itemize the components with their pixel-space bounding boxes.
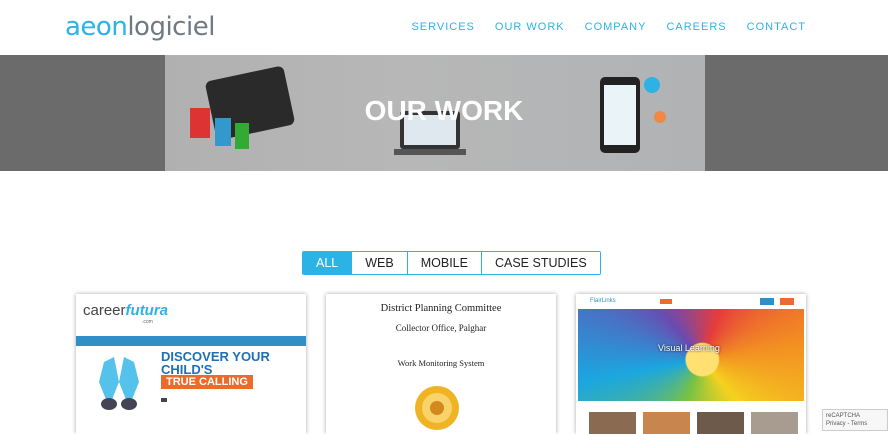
portfolio-card-dpc-palghar[interactable]: District Planning Committee Collector Of… — [326, 294, 556, 434]
nav-contact[interactable]: CONTACT — [747, 21, 806, 33]
card-subtitle: Collector Office, Palghar — [395, 323, 487, 333]
careerfutura-logo-part1: career — [83, 302, 126, 319]
nav-company[interactable]: COMPANY — [585, 21, 647, 33]
tab-mobile[interactable]: MOBILE — [406, 252, 481, 274]
site-nav-strip — [76, 336, 306, 346]
card-headline: DISCOVER YOUR CHILD'S — [161, 350, 270, 376]
recaptcha-label: reCAPTCHA — [826, 413, 861, 419]
tab-web[interactable]: WEB — [351, 252, 407, 274]
brand-logo-part2: logiciel — [127, 12, 215, 42]
cta-strip — [161, 398, 167, 402]
hero-banner: OUR WORK — [0, 55, 888, 171]
portfolio-card-careerfutura[interactable]: careerfutura .com DISCOVER YOUR CHILD'S … — [76, 294, 306, 434]
careerfutura-logo: careerfutura — [83, 302, 168, 319]
shoes-illustration — [99, 357, 139, 410]
nav-our-work[interactable]: OUR WORK — [495, 21, 565, 33]
main-menu: SERVICES OUR WORK COMPANY CAREERS CONTAC… — [411, 21, 806, 33]
tab-all[interactable]: ALL — [303, 252, 352, 274]
card-title: District Planning Committee — [380, 303, 502, 314]
brand-logo[interactable]: aeonlogiciel — [65, 10, 215, 44]
nav-careers[interactable]: CAREERS — [666, 21, 726, 33]
portfolio-card-flairlinks[interactable]: FlairLinks Visual Learning — [576, 294, 806, 434]
flairlinks-logo: FlairLinks — [590, 298, 616, 304]
hero-caption: Visual Learning — [658, 343, 720, 353]
page-title: OUR WORK — [364, 95, 524, 126]
government-seal-icon — [415, 386, 459, 430]
nav-services[interactable]: SERVICES — [411, 21, 474, 33]
portfolio-filter-tabs: ALL WEB MOBILE CASE STUDIES — [302, 251, 601, 275]
card-system-name: Work Monitoring System — [397, 358, 485, 368]
recaptcha-badge[interactable]: reCAPTCHA Privacy - Terms — [822, 409, 888, 431]
colored-pencils-image — [578, 309, 804, 401]
top-navigation: aeonlogiciel SERVICES OUR WORK COMPANY C… — [0, 0, 888, 55]
site-nav-bar — [660, 298, 794, 305]
careerfutura-logo-tail: .com — [142, 319, 153, 325]
true-calling-badge: TRUE CALLING — [161, 375, 253, 389]
brand-logo-part1: aeon — [65, 12, 128, 42]
tab-case-studies[interactable]: CASE STUDIES — [480, 252, 600, 274]
recaptcha-links: Privacy - Terms — [826, 421, 868, 427]
careerfutura-logo-part2: futura — [125, 302, 169, 319]
